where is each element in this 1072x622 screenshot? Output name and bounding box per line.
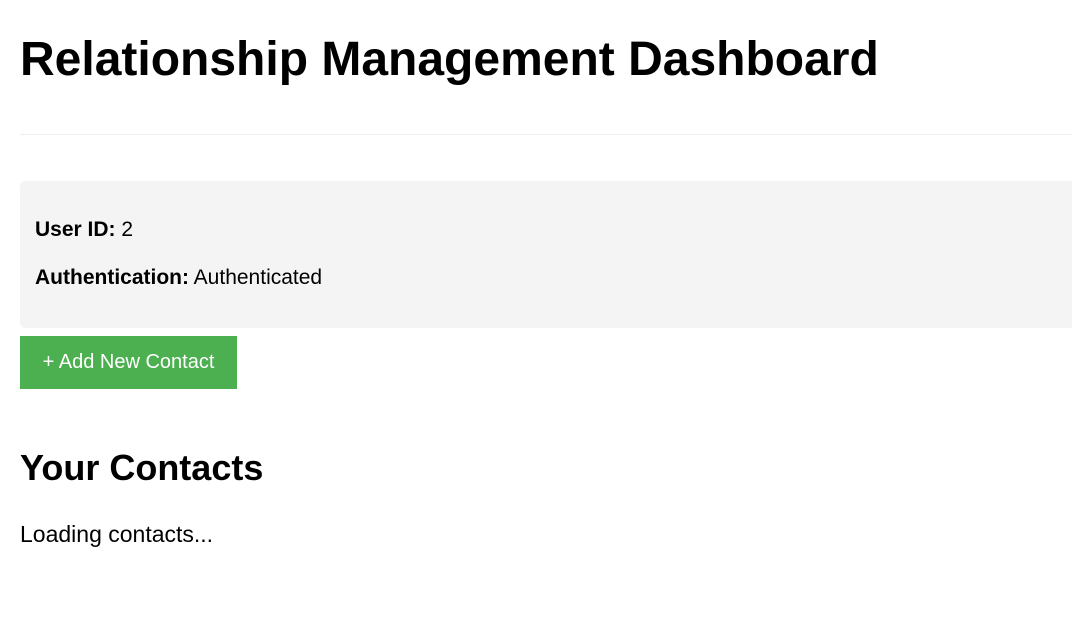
authentication-value: Authenticated bbox=[193, 266, 323, 289]
contacts-heading: Your Contacts bbox=[20, 447, 264, 488]
user-id-value: 2 bbox=[121, 218, 134, 241]
dashboard-page: Relationship Management Dashboard User I… bbox=[0, 0, 1072, 622]
user-id-line: User ID: 2 bbox=[35, 217, 133, 243]
header-divider bbox=[20, 134, 1072, 135]
page-title: Relationship Management Dashboard bbox=[20, 33, 879, 86]
add-new-contact-button[interactable]: + Add New Contact bbox=[20, 336, 237, 389]
user-info-panel: User ID: 2 Authentication: Authenticated bbox=[20, 181, 1072, 328]
authentication-label: Authentication: bbox=[35, 266, 189, 289]
contacts-loading-status: Loading contacts... bbox=[20, 521, 214, 547]
user-id-label: User ID: bbox=[35, 218, 116, 241]
authentication-line: Authentication: Authenticated bbox=[35, 265, 322, 291]
